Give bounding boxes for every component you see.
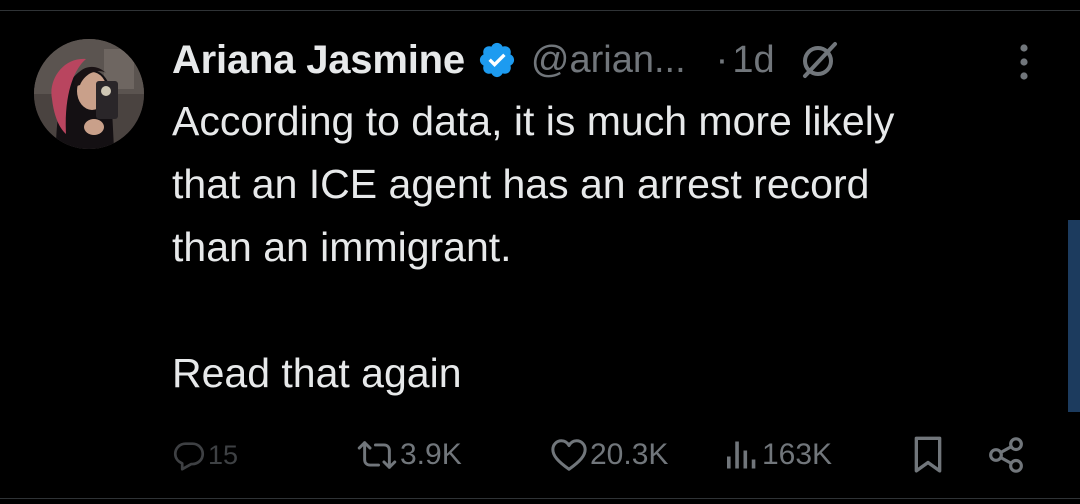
action-bar: 15 3.9K 20.3K 163K xyxy=(0,425,1080,485)
tweet-text-line: than an immigrant. xyxy=(172,224,512,270)
top-divider xyxy=(0,10,1080,11)
profile-photo-icon xyxy=(34,39,144,149)
share-button[interactable] xyxy=(986,425,1026,485)
like-button[interactable]: 20.3K xyxy=(550,425,668,485)
author-display-name[interactable]: Ariana Jasmine xyxy=(172,38,465,83)
tweet-text-line: that an ICE agent has an arrest record xyxy=(172,161,870,207)
tweet-timestamp[interactable]: 1d xyxy=(732,39,774,82)
author-handle[interactable]: @arian... xyxy=(531,39,686,82)
heart-icon xyxy=(551,439,587,471)
avatar[interactable] xyxy=(34,39,144,149)
share-icon xyxy=(989,437,1023,473)
grok-icon[interactable] xyxy=(797,38,841,82)
tweet-text-line: Read that again xyxy=(172,350,462,396)
scrollbar[interactable] xyxy=(1068,220,1080,412)
tweet-text-blank-line xyxy=(172,279,1052,342)
bottom-divider xyxy=(0,498,1080,499)
views-button[interactable]: 163K xyxy=(724,425,832,485)
reply-icon xyxy=(173,442,205,471)
verified-badge-icon xyxy=(477,40,517,80)
reply-button[interactable]: 15 xyxy=(172,425,238,485)
tweet-header: Ariana Jasmine @arian... · 1d xyxy=(172,32,841,88)
reply-count: 15 xyxy=(208,439,239,470)
analytics-icon xyxy=(727,441,756,469)
retweet-count: 3.9K xyxy=(400,438,462,471)
more-options-icon[interactable] xyxy=(1012,40,1036,84)
retweet-button[interactable]: 3.9K xyxy=(356,425,462,485)
separator-dot: · xyxy=(715,38,729,81)
tweet-text: According to data, it is much more likel… xyxy=(172,90,1052,405)
bookmark-icon xyxy=(914,436,942,473)
like-count: 20.3K xyxy=(590,438,669,471)
views-count: 163K xyxy=(762,438,833,471)
retweet-icon xyxy=(357,441,397,469)
tweet-text-line: According to data, it is much more likel… xyxy=(172,98,895,144)
bookmark-button[interactable] xyxy=(910,425,946,485)
